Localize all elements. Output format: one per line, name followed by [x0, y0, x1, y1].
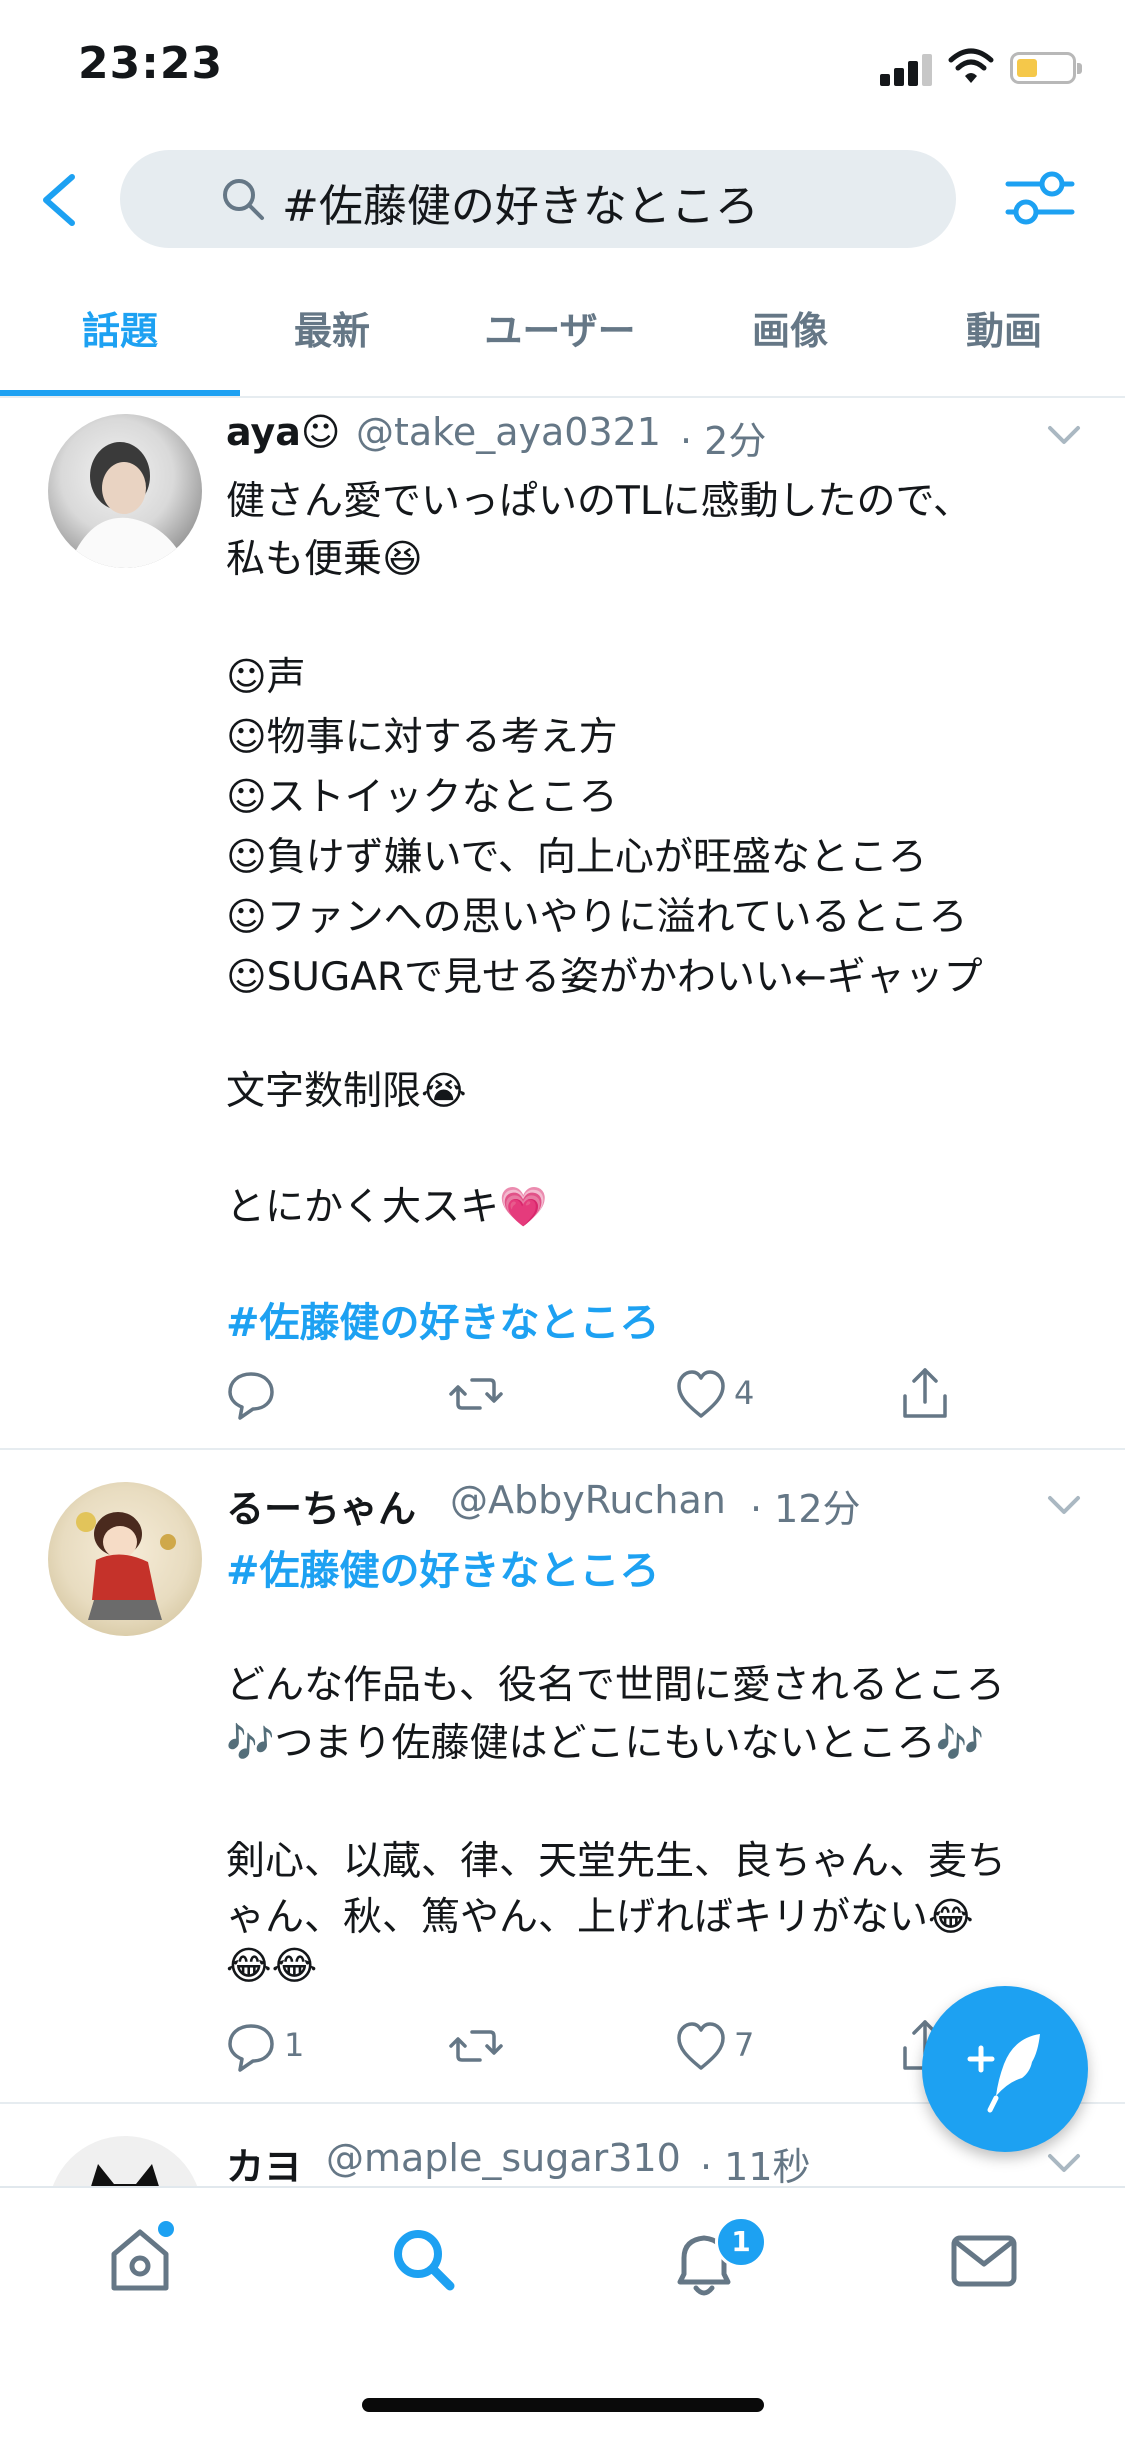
- hashtag-link[interactable]: #佐藤健の好きなところ: [226, 1538, 660, 1596]
- tweet-text-line: 😂😂: [226, 1944, 318, 1989]
- tweet-divider: [0, 1448, 1125, 1450]
- tweet-text-line: ☺︎物事に対する考え方: [226, 715, 618, 760]
- tweet-text-line: ☺︎ストイックなところ: [226, 775, 618, 820]
- tweet-text-line: 🎶つまり佐藤健はどこにもいないところ🎶: [226, 1721, 985, 1766]
- tweet-text-line: ゃん、秋、篤やん、上げればキリがない😂: [226, 1895, 974, 1940]
- status-time: 23:23: [78, 38, 224, 89]
- tweet-text-line: 文字数制限😭: [226, 1069, 467, 1114]
- chevron-down-icon[interactable]: [1044, 420, 1084, 450]
- retweet-icon[interactable]: [448, 2016, 504, 2076]
- compose-tweet-button[interactable]: [922, 1986, 1088, 2152]
- heart-icon[interactable]: [676, 2016, 726, 2076]
- cellular-signal-icon: [880, 52, 934, 86]
- compose-tweet-icon: [967, 2034, 1040, 2113]
- filter-settings-icon[interactable]: [1000, 162, 1080, 232]
- search-query-text: #佐藤健の好きなところ: [282, 181, 759, 232]
- tweet-author-handle[interactable]: @take_aya0321: [356, 410, 661, 454]
- reply-icon[interactable]: [226, 2016, 276, 2076]
- reply-icon[interactable]: [226, 1364, 276, 1424]
- tweet-author-name[interactable]: カヨ: [226, 2136, 302, 2191]
- tweet-text-line: ☺︎SUGARで見せる姿がかわいい←ギャップ: [226, 955, 983, 1000]
- wifi-icon: [948, 48, 994, 83]
- share-icon[interactable]: [900, 1364, 950, 1424]
- tweet-timestamp: · 11秒: [700, 2145, 811, 2189]
- notification-badge: 1: [715, 2216, 767, 2268]
- reply-count: 1: [284, 2026, 305, 2064]
- tabs-divider: [0, 396, 1125, 398]
- tweet-text-line: 剣心、以蔵、律、天堂先生、良ちゃん、麦ち: [226, 1839, 1007, 1884]
- tab-photos[interactable]: 画像: [710, 300, 870, 355]
- tweet-text-line: ☺︎ファンへの思いやりに溢れているところ: [226, 895, 968, 940]
- tweet-author-name[interactable]: aya☺︎: [226, 410, 341, 454]
- hashtag-link[interactable]: #佐藤健の好きなところ: [226, 1290, 660, 1348]
- tab-videos[interactable]: 動画: [924, 300, 1084, 355]
- like-count: 7: [734, 2026, 755, 2064]
- tweet-text-line: どんな作品も、役名で世間に愛されるところ: [226, 1663, 1005, 1708]
- tweet-text-line: とにかく大スキ💗: [226, 1185, 548, 1230]
- retweet-icon[interactable]: [448, 1364, 504, 1424]
- tweet-text-line: ☺︎声: [226, 655, 306, 700]
- chevron-down-icon[interactable]: [1044, 1490, 1084, 1520]
- home-indicator[interactable]: [362, 2398, 764, 2412]
- explore-search-icon[interactable]: [384, 2220, 464, 2300]
- back-arrow-icon[interactable]: [30, 165, 90, 235]
- tab-latest[interactable]: 最新: [252, 300, 412, 355]
- heart-icon[interactable]: [676, 1364, 726, 1424]
- battery-icon: [1010, 52, 1082, 84]
- tweet-author-name[interactable]: るーちゃん: [226, 1478, 416, 1533]
- tweet-text-line: 私も便乗😆: [226, 537, 423, 582]
- messages-envelope-icon[interactable]: [944, 2220, 1024, 2300]
- home-unread-dot: [155, 2218, 177, 2240]
- chevron-down-icon[interactable]: [1044, 2148, 1084, 2178]
- tweet-text-line: 健さん愛でいっぱいのTLに感動したので、: [226, 479, 972, 524]
- like-count: 4: [734, 1374, 755, 1412]
- tab-people[interactable]: ユーザー: [460, 300, 660, 355]
- search-icon: [223, 179, 264, 220]
- avatar[interactable]: [48, 414, 202, 568]
- avatar[interactable]: [48, 1482, 202, 1636]
- avatar-illustration: [76, 1512, 176, 1620]
- tweet-timestamp: · 2分: [680, 419, 767, 463]
- tweet-timestamp: · 12分: [750, 1487, 861, 1531]
- tweet-author-handle[interactable]: @maple_sugar310: [326, 2136, 681, 2180]
- tweet-text-line: ☺︎負けず嫌いで、向上心が旺盛なところ: [226, 835, 927, 880]
- tab-top[interactable]: 話題: [40, 300, 200, 355]
- tweet-author-handle[interactable]: @AbbyRuchan: [450, 1478, 726, 1522]
- avatar-photo: [68, 442, 188, 568]
- search-input[interactable]: #佐藤健の好きなところ: [120, 150, 956, 248]
